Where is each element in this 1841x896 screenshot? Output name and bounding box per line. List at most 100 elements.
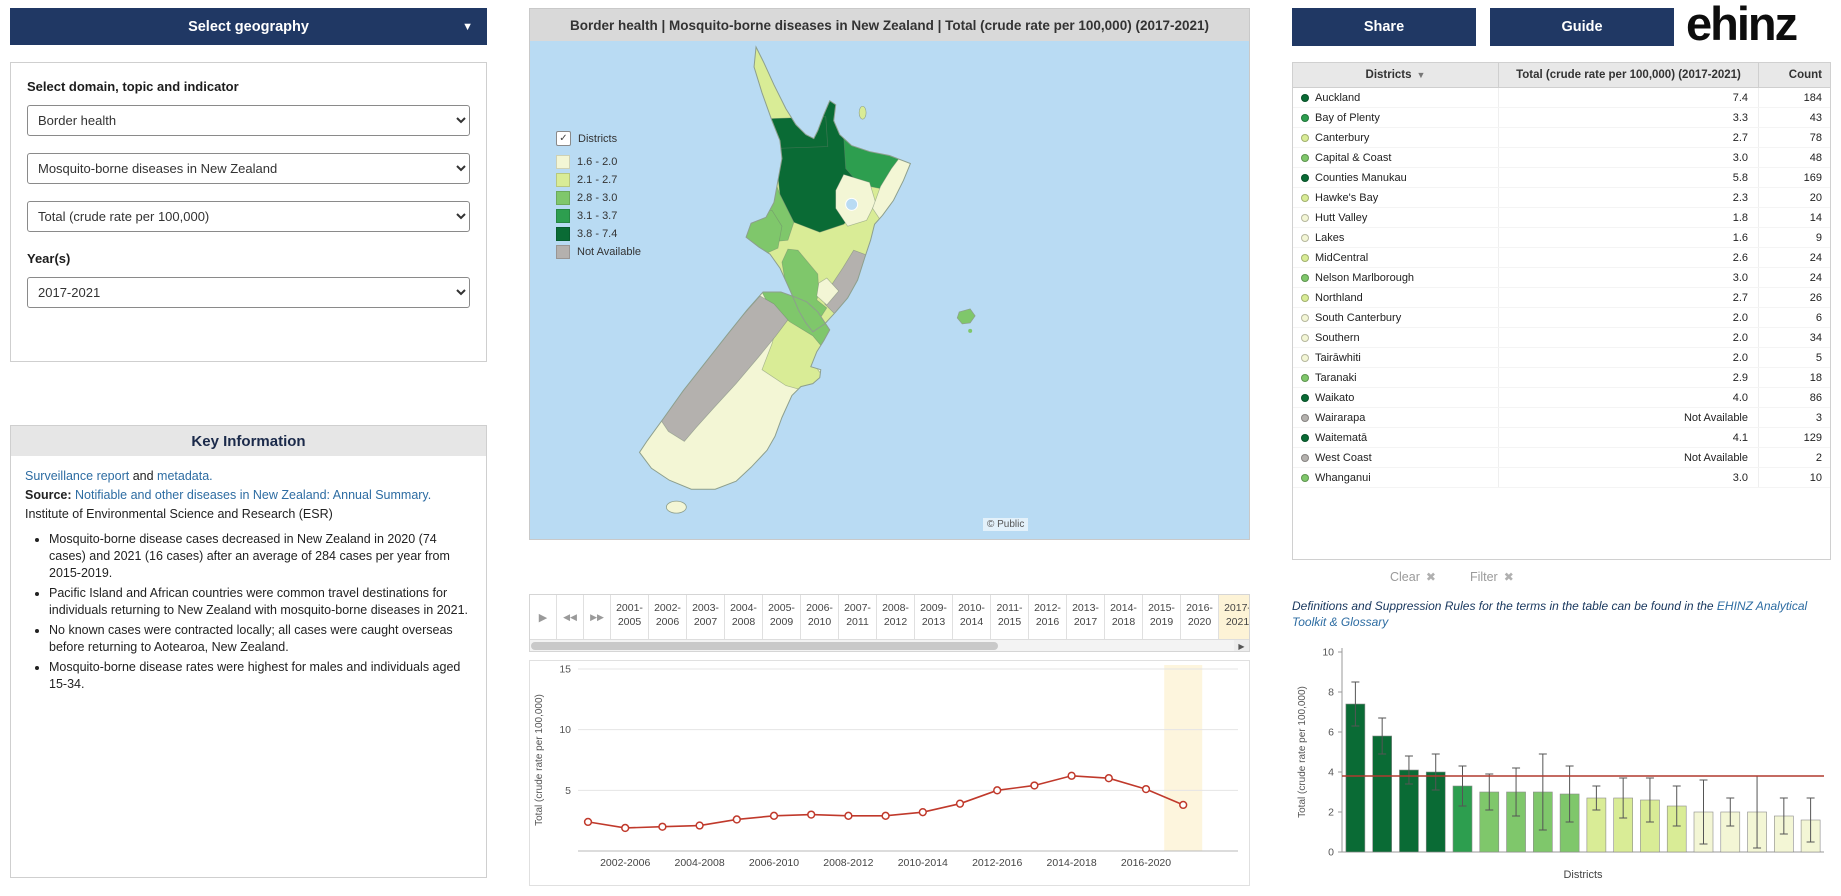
footnote-text: Definitions and Suppression Rules for th… bbox=[1292, 599, 1717, 613]
table-row[interactable]: Hawke's Bay2.320 bbox=[1293, 188, 1830, 208]
svg-text:2016-2020: 2016-2020 bbox=[1121, 857, 1171, 869]
table-row[interactable]: Northland2.726 bbox=[1293, 288, 1830, 308]
time-slider-year[interactable]: 2001-2005 bbox=[611, 595, 649, 640]
table-row[interactable]: Tairāwhiti2.05 bbox=[1293, 348, 1830, 368]
time-slider-year[interactable]: 2008-2012 bbox=[877, 595, 915, 640]
and-text: and bbox=[129, 469, 157, 483]
trend-point-2002-2006[interactable] bbox=[622, 825, 629, 832]
key-information-bullet: Mosquito-borne disease rates were highes… bbox=[49, 659, 472, 693]
table-row[interactable]: Waitematā4.1129 bbox=[1293, 428, 1830, 448]
count-column-header[interactable]: Count bbox=[1758, 63, 1830, 87]
step-forward-button[interactable]: ▶▶ bbox=[584, 595, 611, 640]
trend-point-2008-2012[interactable] bbox=[845, 812, 852, 819]
sort-icon[interactable]: ▼ bbox=[1417, 70, 1426, 80]
trend-point-2015-2019[interactable] bbox=[1105, 775, 1112, 782]
trend-point-2003-2007[interactable] bbox=[659, 823, 666, 830]
select-geography-button[interactable]: Select geography ▼ bbox=[10, 8, 487, 45]
district-cell: MidCentral bbox=[1293, 248, 1498, 267]
time-slider-scrollbar[interactable]: ▶ bbox=[530, 639, 1249, 651]
trend-point-2014-2018[interactable] bbox=[1068, 772, 1075, 779]
table-row[interactable]: Hutt Valley1.814 bbox=[1293, 208, 1830, 228]
count-cell: 6 bbox=[1758, 308, 1830, 327]
legend-swatch bbox=[556, 173, 570, 187]
map-region-chatham[interactable] bbox=[957, 309, 975, 324]
time-slider-year[interactable]: 2013-2017 bbox=[1067, 595, 1105, 640]
guide-button[interactable]: Guide bbox=[1490, 8, 1674, 46]
trend-point-2007-2011[interactable] bbox=[808, 811, 815, 818]
play-button[interactable]: ▶ bbox=[530, 595, 557, 640]
trend-point-2006-2010[interactable] bbox=[771, 812, 778, 819]
table-row[interactable]: West CoastNot Available2 bbox=[1293, 448, 1830, 468]
table-row[interactable]: South Canterbury2.06 bbox=[1293, 308, 1830, 328]
table-row[interactable]: Auckland7.4184 bbox=[1293, 88, 1830, 108]
time-slider-year[interactable]: 2010-2014 bbox=[953, 595, 991, 640]
trend-line-chart[interactable]: 510152002-20062004-20082006-20102008-201… bbox=[530, 661, 1249, 885]
scrollbar-right-arrow-icon[interactable]: ▶ bbox=[1234, 640, 1249, 652]
time-slider-year[interactable]: 2009-2013 bbox=[915, 595, 953, 640]
table-row[interactable]: MidCentral2.624 bbox=[1293, 248, 1830, 268]
time-slider-year[interactable]: 2002-2006 bbox=[649, 595, 687, 640]
filter-button[interactable]: Filter ✖ bbox=[1470, 570, 1514, 584]
trend-point-2009-2013[interactable] bbox=[882, 812, 889, 819]
year-line1: 2017- bbox=[1219, 602, 1250, 616]
trend-point-2010-2014[interactable] bbox=[919, 809, 926, 816]
year-select[interactable]: 2017-2021 bbox=[27, 277, 470, 308]
share-button[interactable]: Share bbox=[1292, 8, 1476, 46]
trend-point-2013-2017[interactable] bbox=[1031, 782, 1038, 789]
table-row[interactable]: Nelson Marlborough3.024 bbox=[1293, 268, 1830, 288]
legend-swatch bbox=[556, 191, 570, 205]
trend-point-2001-2005[interactable] bbox=[585, 818, 592, 825]
trend-point-2011-2015[interactable] bbox=[957, 800, 964, 807]
domain-select[interactable]: Border health bbox=[27, 105, 470, 136]
table-row[interactable]: Counties Manukau5.8169 bbox=[1293, 168, 1830, 188]
table-row[interactable]: Southern2.034 bbox=[1293, 328, 1830, 348]
year-line2: 2008 bbox=[725, 616, 762, 630]
time-slider-year[interactable]: 2003-2007 bbox=[687, 595, 725, 640]
trend-point-2016-2020[interactable] bbox=[1143, 786, 1150, 793]
new-zealand-choropleth-map[interactable] bbox=[530, 41, 1249, 539]
metadata-link[interactable]: metadata. bbox=[157, 469, 213, 483]
surveillance-report-link[interactable]: Surveillance report bbox=[25, 469, 129, 483]
time-slider-year[interactable]: 2015-2019 bbox=[1143, 595, 1181, 640]
map-region-taranaki[interactable] bbox=[738, 210, 782, 256]
time-slider-year[interactable]: 2014-2018 bbox=[1105, 595, 1143, 640]
time-slider-year[interactable]: 2016-2020 bbox=[1181, 595, 1219, 640]
ehinz-dashboard: Select geography ▼ Select domain, topic … bbox=[0, 0, 1841, 896]
time-slider-year[interactable]: 2004-2008 bbox=[725, 595, 763, 640]
table-row[interactable]: Capital & Coast3.048 bbox=[1293, 148, 1830, 168]
table-row[interactable]: WairarapaNot Available3 bbox=[1293, 408, 1830, 428]
time-slider-year[interactable]: 2017-2021 bbox=[1219, 595, 1250, 640]
district-class-dot bbox=[1301, 414, 1309, 422]
value-cell: 4.0 bbox=[1498, 388, 1758, 407]
districts-column-header[interactable]: Districts ▼ bbox=[1293, 63, 1498, 87]
district-bar-chart[interactable]: 0246810DistrictsTotal (crude rate per 10… bbox=[1292, 642, 1831, 890]
districts-checkbox[interactable]: ✓ bbox=[556, 131, 571, 146]
district-class-dot bbox=[1301, 274, 1309, 282]
topic-select[interactable]: Mosquito-borne diseases in New Zealand bbox=[27, 153, 470, 184]
svg-text:2004-2008: 2004-2008 bbox=[674, 857, 724, 869]
time-slider-year[interactable]: 2005-2009 bbox=[763, 595, 801, 640]
indicator-select[interactable]: Total (crude rate per 100,000) bbox=[27, 201, 470, 232]
district-cell: South Canterbury bbox=[1293, 308, 1498, 327]
table-row[interactable]: Bay of Plenty3.343 bbox=[1293, 108, 1830, 128]
source-link[interactable]: Notifiable and other diseases in New Zea… bbox=[75, 488, 431, 502]
clear-button[interactable]: Clear ✖ bbox=[1390, 570, 1436, 584]
time-slider-year[interactable]: 2012-2016 bbox=[1029, 595, 1067, 640]
table-row[interactable]: Whanganui3.010 bbox=[1293, 468, 1830, 488]
step-back-button[interactable]: ◀◀ bbox=[557, 595, 584, 640]
trend-point-2004-2008[interactable] bbox=[696, 822, 703, 829]
value-column-header[interactable]: Total (crude rate per 100,000) (2017-202… bbox=[1498, 63, 1758, 87]
svg-text:15: 15 bbox=[559, 664, 571, 676]
table-row[interactable]: Canterbury2.778 bbox=[1293, 128, 1830, 148]
time-slider-year[interactable]: 2011-2015 bbox=[991, 595, 1029, 640]
trend-point-2005-2009[interactable] bbox=[733, 816, 740, 823]
time-slider-year[interactable]: 2007-2011 bbox=[839, 595, 877, 640]
table-row[interactable]: Lakes1.69 bbox=[1293, 228, 1830, 248]
time-slider-year[interactable]: 2006-2010 bbox=[801, 595, 839, 640]
table-row[interactable]: Taranaki2.918 bbox=[1293, 368, 1830, 388]
trend-point-2017-2021[interactable] bbox=[1180, 801, 1187, 808]
count-cell: 26 bbox=[1758, 288, 1830, 307]
table-row[interactable]: Waikato4.086 bbox=[1293, 388, 1830, 408]
trend-point-2012-2016[interactable] bbox=[994, 787, 1001, 794]
scrollbar-thumb[interactable] bbox=[531, 642, 998, 650]
